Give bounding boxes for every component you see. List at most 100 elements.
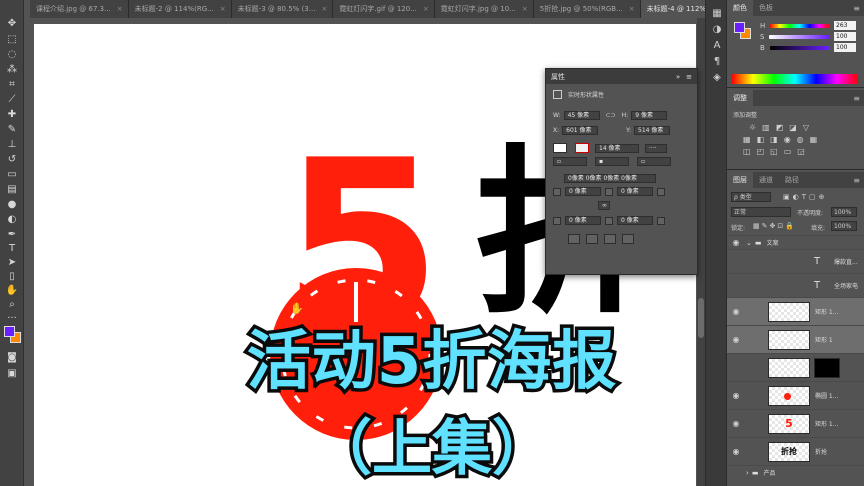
stroke-swatch[interactable] — [575, 143, 589, 153]
selective-color-icon[interactable]: ◲ — [797, 147, 805, 156]
gradient-tool-icon[interactable]: ▤ — [4, 182, 20, 196]
color-swatch-pair[interactable] — [734, 22, 751, 39]
corner-checkbox[interactable] — [605, 187, 613, 196]
tab-channels[interactable]: 通道 — [753, 172, 779, 188]
corner-br-field[interactable]: 0 像素 — [617, 216, 653, 225]
layer-row-text-1[interactable]: ◉ T 爆款直... — [727, 249, 864, 273]
fill-field[interactable]: 100% — [831, 221, 857, 231]
gradient-map-icon[interactable]: ▭ — [784, 147, 792, 156]
x-field[interactable]: 601 像素 — [562, 126, 599, 135]
hue-sat-icon[interactable]: ▦ — [743, 135, 751, 144]
healing-brush-icon[interactable]: ✚ — [4, 107, 20, 121]
foreground-swatch[interactable] — [4, 326, 15, 337]
y-field[interactable]: 514 像素 — [634, 126, 671, 135]
tab-adjustments[interactable]: 调整 — [727, 90, 753, 106]
history-icon[interactable]: ▦ — [711, 8, 723, 20]
posterize-icon[interactable]: ◰ — [757, 147, 765, 156]
opacity-field[interactable]: 100% — [831, 207, 857, 217]
blur-tool-icon[interactable]: ● — [4, 197, 20, 211]
saturation-slider[interactable] — [769, 34, 829, 39]
collapse-icon[interactable]: » — [676, 73, 680, 81]
saturation-value[interactable]: 100 — [834, 32, 856, 41]
photo-filter-icon[interactable]: ◉ — [784, 135, 791, 144]
panel-menu-icon[interactable]: ≡ — [853, 90, 864, 106]
layer-row-text-2[interactable]: ◉ T 全场家电 — [727, 273, 864, 297]
layer-row-group-copy[interactable]: ◉ ⌄ ▬ 文案 — [727, 235, 864, 249]
close-icon[interactable]: × — [117, 5, 123, 13]
corner-all-field[interactable]: 0像素 0像素 0像素 0像素 — [564, 174, 656, 183]
corner-checkbox[interactable] — [605, 216, 613, 225]
pen-tool-icon[interactable]: ✒ — [4, 227, 20, 241]
blend-mode-dropdown[interactable]: 正常 — [731, 207, 791, 217]
history-brush-icon[interactable]: ↺ — [4, 152, 20, 166]
brush-settings-icon[interactable]: ◑ — [711, 24, 723, 36]
tab-2[interactable]: 未标题-3 @ 80.5% (3... × — [231, 0, 334, 18]
tab-layers[interactable]: 图层 — [727, 172, 753, 188]
path-select-icon[interactable]: ➤ — [4, 255, 20, 269]
corner-bl-field[interactable]: 0 像素 — [565, 216, 601, 225]
marquee-tool-icon[interactable]: ⬚ — [4, 32, 20, 46]
eraser-icon[interactable]: ▭ — [4, 167, 20, 181]
type-tool-icon[interactable]: T — [4, 241, 20, 255]
tab-5[interactable]: 5折抢.jpg @ 50%(RGB... × — [533, 0, 641, 18]
corner-checkbox[interactable] — [657, 187, 665, 196]
color-spectrum-ramp[interactable] — [732, 74, 858, 84]
exclude-shape-icon[interactable] — [622, 234, 634, 244]
tab-color[interactable]: 颜色 — [727, 0, 753, 16]
curves-icon[interactable]: ◩ — [776, 123, 784, 132]
hue-slider[interactable] — [770, 23, 829, 28]
tab-1[interactable]: 未标题-2 @ 114%(RG... × — [128, 0, 232, 18]
stroke-width-field[interactable]: 14 像素 — [595, 143, 639, 153]
stroke-style-dropdown[interactable]: ···· — [645, 143, 667, 153]
crop-tool-icon[interactable]: ⌗ — [4, 77, 20, 91]
stroke-align-dropdown[interactable]: ▫ — [553, 157, 587, 166]
link-icon[interactable]: ⊂⊃ — [606, 112, 616, 119]
eyedropper-icon[interactable]: ⟋ — [4, 92, 20, 106]
brightness-slider[interactable] — [769, 45, 829, 50]
magic-wand-icon[interactable]: ⁂ — [4, 62, 20, 76]
layer-filter-dropdown[interactable]: ρ 类型 — [731, 192, 771, 202]
brush-tool-icon[interactable]: ✎ — [4, 122, 20, 136]
corner-link-icon[interactable]: ∞ — [598, 201, 610, 210]
tab-swatches[interactable]: 色板 — [753, 0, 779, 16]
subtract-shape-icon[interactable] — [586, 234, 598, 244]
combine-shapes-icon[interactable] — [568, 234, 580, 244]
fill-swatch[interactable] — [553, 143, 567, 153]
lock-icons[interactable]: ▦✎✥⊡🔒 — [753, 222, 796, 230]
tab-3[interactable]: 霓虹灯闪字.gif @ 120... × — [333, 0, 435, 18]
panel-menu-icon[interactable]: ≡ — [686, 73, 692, 81]
brightness-value[interactable]: 100 — [834, 43, 856, 52]
intersect-shape-icon[interactable] — [604, 234, 616, 244]
rectangle-tool-icon[interactable]: ▯ — [4, 269, 20, 283]
invert-icon[interactable]: ◫ — [743, 147, 751, 156]
hue-value[interactable]: 263 — [834, 21, 856, 30]
layer-filter-icons[interactable]: ▣◐T▢⊕ — [783, 193, 827, 201]
move-tool-icon[interactable]: ✥ — [4, 16, 20, 30]
panel-menu-icon[interactable]: ≡ — [853, 0, 864, 16]
close-icon[interactable]: × — [423, 5, 429, 13]
brightness-icon[interactable]: ☼ — [749, 123, 756, 132]
close-icon[interactable]: × — [220, 5, 226, 13]
channel-mixer-icon[interactable]: ◍ — [797, 135, 804, 144]
dodge-tool-icon[interactable]: ◐ — [4, 212, 20, 226]
hand-tool-icon[interactable]: ✋ — [4, 283, 20, 297]
color-balance-icon[interactable]: ◧ — [757, 135, 765, 144]
tab-0[interactable]: 课程介绍.jpg @ 67.3... × — [30, 0, 129, 18]
close-icon[interactable]: × — [522, 5, 528, 13]
eye-icon-hidden[interactable]: ◉ — [730, 257, 742, 266]
character-icon[interactable]: A — [711, 40, 723, 52]
width-field[interactable]: 45 像素 — [563, 111, 600, 120]
height-field[interactable]: 9 像素 — [631, 111, 668, 120]
close-icon[interactable]: × — [629, 5, 635, 13]
paragraph-icon[interactable]: ¶ — [711, 56, 723, 68]
lookup-icon[interactable]: ▦ — [810, 135, 818, 144]
clone-stamp-icon[interactable]: ⊥ — [4, 137, 20, 151]
corner-checkbox[interactable] — [553, 216, 561, 225]
threshold-icon[interactable]: ◱ — [770, 147, 778, 156]
tab-paths[interactable]: 路径 — [779, 172, 805, 188]
corner-checkbox[interactable] — [553, 187, 561, 196]
lasso-tool-icon[interactable]: ◌ — [4, 47, 20, 61]
exposure-icon[interactable]: ◪ — [789, 123, 797, 132]
close-icon[interactable]: × — [321, 5, 327, 13]
foreground-swatch[interactable] — [734, 22, 745, 33]
